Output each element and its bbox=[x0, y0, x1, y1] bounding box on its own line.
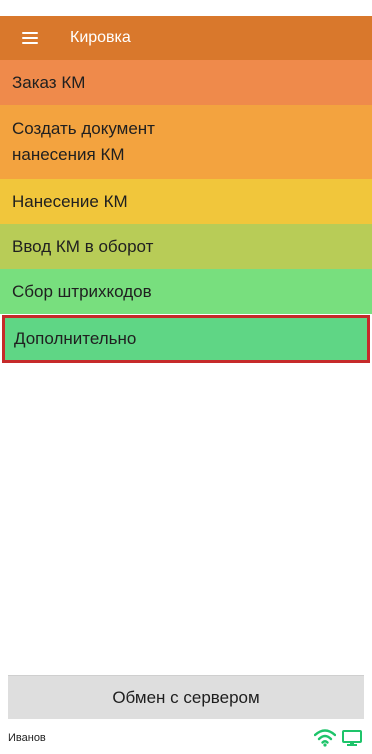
hamburger-line bbox=[22, 42, 38, 44]
status-bar: Иванов bbox=[0, 722, 372, 754]
hamburger-line bbox=[22, 32, 38, 34]
hamburger-line bbox=[22, 37, 38, 39]
menu-item-label: Создать документ нанесения КМ bbox=[12, 119, 155, 164]
app-header: Кировка bbox=[0, 16, 372, 60]
menu-item-application-km[interactable]: Нанесение КМ bbox=[0, 179, 372, 224]
menu-item-barcode-collection[interactable]: Сбор штрихкодов bbox=[0, 269, 372, 314]
exchange-with-server-button[interactable]: Обмен с сервером bbox=[8, 675, 364, 719]
menu-item-order-km[interactable]: Заказ КМ bbox=[0, 60, 372, 105]
menu-item-label: Дополнительно bbox=[14, 329, 137, 348]
wifi-icon bbox=[314, 729, 336, 747]
monitor-icon bbox=[342, 730, 362, 746]
hamburger-menu-icon[interactable] bbox=[22, 32, 38, 44]
menu-item-label: Заказ КМ bbox=[12, 72, 86, 92]
exchange-button-label: Обмен с сервером bbox=[112, 687, 260, 707]
menu-item-label: Сбор штрихкодов bbox=[12, 281, 152, 301]
main-menu: Заказ КМ Создать документ нанесения КМ Н… bbox=[0, 60, 372, 363]
menu-item-label: Нанесение КМ bbox=[12, 191, 128, 211]
menu-item-introduce-km-into-circulation[interactable]: Ввод КМ в оборот bbox=[0, 224, 372, 269]
menu-item-create-application-document[interactable]: Создать документ нанесения КМ bbox=[0, 105, 372, 179]
status-user-name: Иванов bbox=[8, 732, 46, 744]
page-title: Кировка bbox=[70, 29, 131, 46]
app-screen: Кировка Заказ КМ Создать документ нанесе… bbox=[0, 0, 372, 754]
menu-item-additional[interactable]: Дополнительно bbox=[2, 315, 370, 363]
menu-item-label: Ввод КМ в оборот bbox=[12, 236, 154, 256]
status-icons bbox=[314, 729, 362, 747]
